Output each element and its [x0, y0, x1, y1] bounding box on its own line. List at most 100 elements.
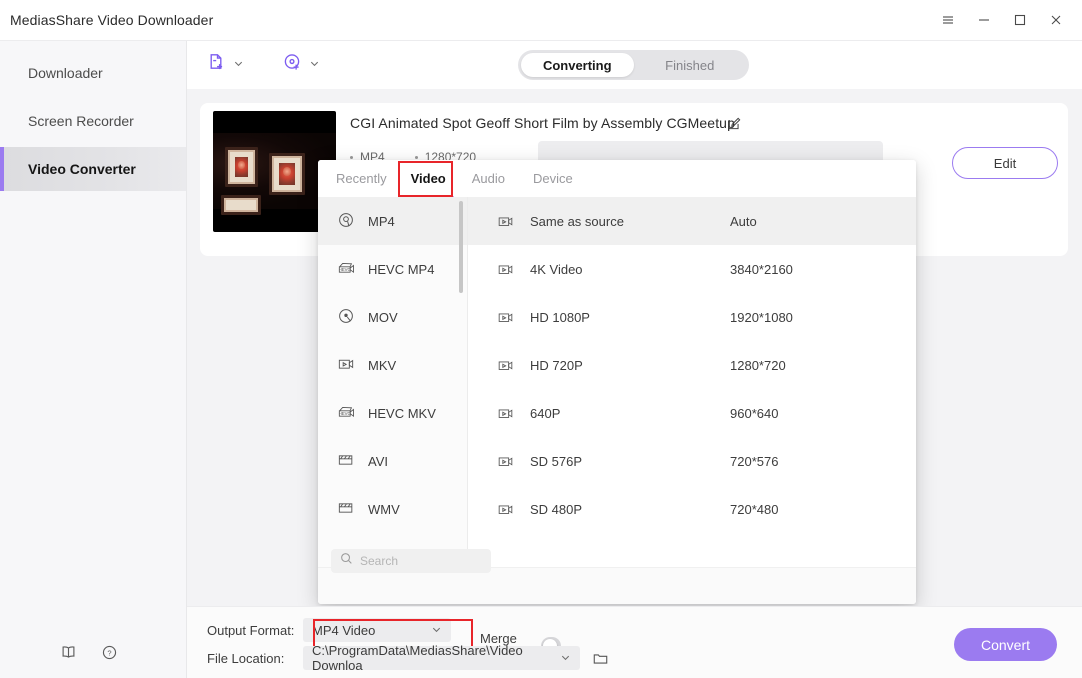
- tab-converting[interactable]: Converting: [521, 53, 634, 77]
- resolution-dimension: 960*640: [730, 405, 779, 421]
- add-disc-button[interactable]: [282, 52, 320, 79]
- resolution-name: HD 1080P: [530, 309, 590, 325]
- help-icon[interactable]: ?: [101, 644, 118, 666]
- hevc-icon: HEVC: [336, 258, 356, 281]
- resolution-dimension: 1280*720: [730, 357, 786, 373]
- chevron-down-icon[interactable]: [233, 56, 244, 74]
- camera-icon: [496, 404, 516, 423]
- sidebar-item-label: Downloader: [28, 65, 103, 81]
- output-format-select[interactable]: MP4 Video: [303, 618, 451, 642]
- sidebar-footer: ?: [0, 644, 187, 666]
- panel-footer: [318, 549, 916, 604]
- resolution-name: 4K Video: [530, 261, 583, 277]
- clapper-icon: [336, 450, 356, 473]
- svg-text:HEVC: HEVC: [339, 266, 351, 271]
- resolution-item-sd-576p[interactable]: SD 576P 720*576: [468, 437, 916, 485]
- video-title: CGI Animated Spot Geoff Short Film by As…: [350, 115, 735, 131]
- clapper-icon: [336, 498, 356, 521]
- chevron-down-icon: [431, 623, 442, 638]
- format-item-mp4[interactable]: MP4: [318, 197, 467, 245]
- tab-label: Finished: [665, 57, 715, 73]
- disc-dot-icon: [336, 306, 356, 329]
- resolution-name: 640P: [530, 405, 561, 421]
- tab-recently[interactable]: Recently: [336, 160, 387, 197]
- format-label: HEVC MKV: [368, 405, 436, 421]
- format-item-avi[interactable]: AVI: [318, 437, 467, 485]
- sidebar-item-screen-recorder[interactable]: Screen Recorder: [0, 99, 186, 143]
- svg-text:?: ?: [107, 649, 111, 658]
- resolution-name: SD 576P: [530, 453, 583, 469]
- thumbnail-frame: [221, 195, 261, 215]
- chevron-down-icon[interactable]: [309, 56, 320, 74]
- main-content: Converting Finished CGI Animated Spot Ge…: [187, 41, 1082, 678]
- camera-icon: [336, 354, 356, 377]
- maximize-icon[interactable]: [1002, 0, 1038, 41]
- resolution-item-same-as-source[interactable]: Same as source Auto: [468, 197, 916, 245]
- resolution-dimension: 720*576: [730, 453, 779, 469]
- format-label: HEVC MP4: [368, 261, 435, 277]
- format-item-wmv[interactable]: WMV: [318, 485, 467, 533]
- resolution-name: Same as source: [530, 213, 624, 229]
- minimize-icon[interactable]: [966, 0, 1002, 41]
- resolution-item-hd-720p[interactable]: HD 720P 1280*720: [468, 341, 916, 389]
- edit-button-label: Edit: [993, 155, 1017, 171]
- camera-icon: [496, 260, 516, 279]
- format-item-mkv[interactable]: MKV: [318, 341, 467, 389]
- format-list-scrollbar[interactable]: [459, 201, 463, 293]
- add-file-button[interactable]: [206, 52, 244, 79]
- camera-icon: [496, 308, 516, 327]
- format-list[interactable]: MP4 HEVC HEVC MP4 MOV MKV HEVC HEVC MKV …: [318, 197, 468, 567]
- tab-device[interactable]: Device: [533, 160, 573, 197]
- panel-body: MP4 HEVC HEVC MP4 MOV MKV HEVC HEVC MKV …: [318, 197, 916, 567]
- sidebar-item-downloader[interactable]: Downloader: [0, 51, 186, 95]
- sidebar-item-video-converter[interactable]: Video Converter: [0, 147, 186, 191]
- window-controls: [930, 0, 1082, 41]
- resolution-item-4k-video[interactable]: 4K Video 3840*2160: [468, 245, 916, 293]
- format-item-mov[interactable]: MOV: [318, 293, 467, 341]
- format-label: WMV: [368, 501, 400, 517]
- edit-pencil-icon[interactable]: [727, 116, 742, 136]
- search-input[interactable]: [360, 554, 470, 568]
- format-item-hevc-mp4[interactable]: HEVC HEVC MP4: [318, 245, 467, 293]
- format-item-hevc-mkv[interactable]: HEVC HEVC MKV: [318, 389, 467, 437]
- resolution-name: SD 480P: [530, 501, 583, 517]
- bottom-bar: Output Format: MP4 Video Merge All Files…: [187, 606, 1082, 678]
- format-label: MOV: [368, 309, 398, 325]
- add-disc-icon: [282, 52, 304, 79]
- resolution-item-hd-1080p[interactable]: HD 1080P 1920*1080: [468, 293, 916, 341]
- folder-icon[interactable]: [592, 650, 609, 667]
- file-location-value: C:\ProgramData\MediasShare\Video Downloa: [312, 643, 523, 673]
- sidebar: Downloader Screen Recorder Video Convert…: [0, 41, 187, 678]
- tab-label: Converting: [542, 57, 612, 73]
- add-file-icon: [206, 52, 228, 79]
- tab-finished[interactable]: Finished: [634, 53, 747, 77]
- tab-label: Video: [410, 171, 446, 186]
- chevron-down-icon: [560, 651, 571, 666]
- resolution-list[interactable]: Same as source Auto 4K Video 3840*2160 H…: [468, 197, 916, 567]
- resolution-name: HD 720P: [530, 357, 583, 373]
- format-dropdown-panel: Recently Video Audio Device MP4 HEVC HEV…: [318, 160, 916, 604]
- disc-icon: [336, 210, 356, 233]
- output-format-value: MP4 Video: [312, 622, 376, 638]
- sidebar-item-label: Video Converter: [28, 161, 136, 177]
- format-search[interactable]: [331, 549, 491, 573]
- convert-button-label: Convert: [980, 636, 1031, 653]
- tab-video[interactable]: Video: [407, 160, 454, 199]
- resolution-item-sd-480p[interactable]: SD 480P 720*480: [468, 485, 916, 533]
- resolution-dimension: 1920*1080: [730, 309, 793, 325]
- camera-icon: [496, 356, 516, 375]
- book-icon[interactable]: [60, 644, 77, 666]
- tab-label: Recently: [336, 171, 387, 186]
- tab-label: Device: [533, 171, 573, 186]
- file-location-select[interactable]: C:\ProgramData\MediasShare\Video Downloa: [303, 643, 580, 673]
- file-location-label: File Location:: [207, 650, 285, 666]
- resolution-item-640p[interactable]: 640P 960*640: [468, 389, 916, 437]
- thumbnail-frame: [225, 147, 258, 187]
- close-icon[interactable]: [1038, 0, 1074, 41]
- thumbnail-frame: [269, 153, 305, 195]
- menu-icon[interactable]: [930, 0, 966, 41]
- edit-button[interactable]: Edit: [952, 147, 1058, 179]
- tab-audio[interactable]: Audio: [472, 160, 505, 197]
- status-tabs: Converting Finished: [518, 50, 749, 80]
- convert-button[interactable]: Convert: [954, 628, 1057, 661]
